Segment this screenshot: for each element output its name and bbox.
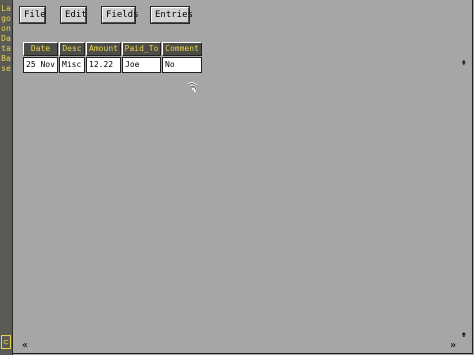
menu-file-button[interactable]: File bbox=[19, 6, 46, 24]
app-title: Lagoon Data Base bbox=[1, 4, 11, 73]
table-cell-date[interactable]: 25 Nov bbox=[23, 57, 58, 73]
column-header-date[interactable]: Date bbox=[23, 42, 58, 56]
scroll-right-icon[interactable]: » bbox=[448, 340, 458, 352]
menu-fields-button[interactable]: Fields bbox=[101, 6, 139, 24]
table-cell-comment[interactable]: No bbox=[162, 57, 202, 73]
column-header-comment[interactable]: Comment bbox=[162, 42, 202, 56]
window-corner-icon[interactable]: ⊂ bbox=[1, 335, 11, 349]
title-sidebar: Lagoon Data Base ⊂ bbox=[0, 0, 13, 355]
table-cell-paid-to[interactable]: Joe bbox=[122, 57, 161, 73]
vertical-scrollbar[interactable]: ⇞ ⇟ bbox=[458, 58, 470, 340]
horizontal-scrollbar[interactable]: « » bbox=[18, 340, 458, 352]
menu-entries-button[interactable]: Entries bbox=[150, 6, 193, 24]
app-window: Lagoon Data Base ⊂ File Edit Fields Entr… bbox=[0, 0, 474, 355]
scroll-left-icon[interactable]: « bbox=[20, 340, 30, 352]
table-cell-desc[interactable]: Misc bbox=[59, 57, 85, 73]
column-header-amount[interactable]: Amount bbox=[86, 42, 121, 56]
busy-cursor-icon bbox=[187, 82, 198, 93]
column-header-desc[interactable]: Desc bbox=[59, 42, 85, 56]
table-cell-amount[interactable]: 12.22 bbox=[86, 57, 121, 73]
scroll-up-icon[interactable]: ⇞ bbox=[458, 58, 470, 68]
scroll-down-icon[interactable]: ⇟ bbox=[458, 330, 470, 340]
menu-edit-button[interactable]: Edit bbox=[60, 6, 87, 24]
column-header-paid-to[interactable]: Paid_To bbox=[122, 42, 161, 56]
